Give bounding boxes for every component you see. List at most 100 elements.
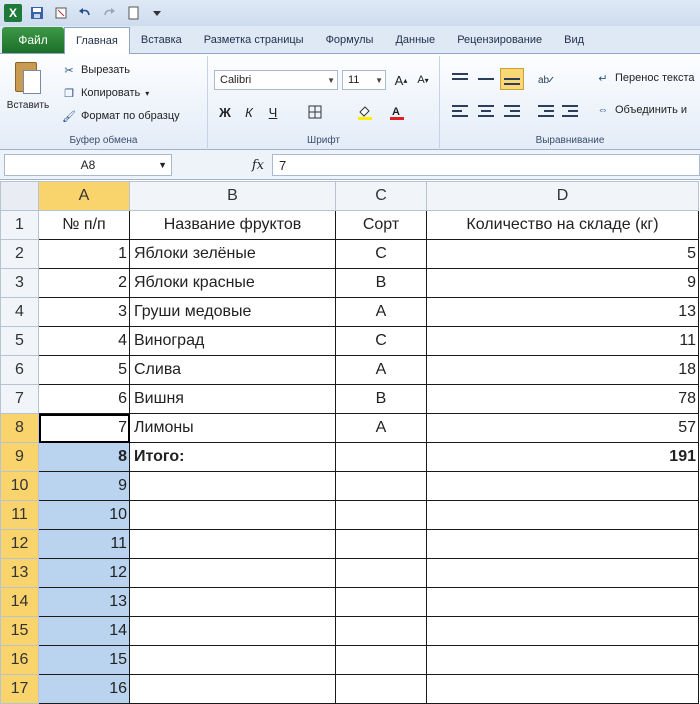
- align-right-icon[interactable]: [500, 100, 524, 122]
- row-header[interactable]: 1: [0, 210, 39, 240]
- cell-qty[interactable]: [426, 645, 699, 675]
- cell-num[interactable]: 6: [38, 384, 130, 414]
- cell-name[interactable]: Яблоки зелёные: [129, 239, 336, 269]
- tab-formulas[interactable]: Формулы: [315, 27, 385, 53]
- decrease-indent-icon[interactable]: [534, 100, 558, 122]
- italic-button[interactable]: К: [238, 102, 260, 122]
- cell-num[interactable]: 3: [38, 297, 130, 327]
- cell-total-qty[interactable]: 191: [426, 442, 699, 472]
- cell-grade[interactable]: [335, 674, 427, 704]
- cell-name[interactable]: [129, 500, 336, 530]
- grow-font-icon[interactable]: A ▴: [390, 70, 412, 90]
- cell-qty[interactable]: 11: [426, 326, 699, 356]
- cell-header-grade[interactable]: Сорт: [335, 210, 427, 240]
- row-header[interactable]: 2: [0, 239, 39, 269]
- merge-center-button[interactable]: ⇔ Объединить и: [596, 100, 688, 120]
- cell-grade[interactable]: С: [335, 326, 427, 356]
- cell-qty[interactable]: [426, 471, 699, 501]
- row-header[interactable]: 6: [0, 355, 39, 385]
- customize-toolbar-icon[interactable]: [148, 4, 166, 22]
- tab-home[interactable]: Главная: [64, 27, 130, 54]
- font-name-select[interactable]: Calibri ▼: [214, 70, 338, 90]
- align-left-icon[interactable]: [448, 100, 472, 122]
- paste-button[interactable]: Вставить: [4, 60, 52, 134]
- undo-icon[interactable]: [76, 4, 94, 22]
- cell-grade[interactable]: В: [335, 268, 427, 298]
- cell-num[interactable]: 16: [38, 674, 130, 704]
- cell-grade[interactable]: [335, 558, 427, 588]
- cell-num[interactable]: 5: [38, 355, 130, 385]
- cell-qty[interactable]: [426, 500, 699, 530]
- name-box[interactable]: A8 ▼: [4, 154, 172, 176]
- cell-qty[interactable]: 5: [426, 239, 699, 269]
- cell-name[interactable]: [129, 587, 336, 617]
- save-icon[interactable]: [28, 4, 46, 22]
- cell-name[interactable]: [129, 558, 336, 588]
- tab-view[interactable]: Вид: [553, 27, 595, 53]
- font-color-icon[interactable]: A: [386, 102, 408, 122]
- row-header[interactable]: 3: [0, 268, 39, 298]
- bold-button[interactable]: Ж: [214, 102, 236, 122]
- cell-grade[interactable]: [335, 529, 427, 559]
- cell-name[interactable]: [129, 471, 336, 501]
- tab-insert[interactable]: Вставка: [130, 27, 193, 53]
- cell-num[interactable]: 1: [38, 239, 130, 269]
- cell-qty[interactable]: 9: [426, 268, 699, 298]
- tab-file[interactable]: Файл: [2, 27, 64, 53]
- cell-qty[interactable]: [426, 616, 699, 646]
- cell-num[interactable]: 15: [38, 645, 130, 675]
- cell-name[interactable]: [129, 529, 336, 559]
- copy-button[interactable]: ❐ Копировать ▾: [62, 83, 149, 103]
- cell-name[interactable]: Груши медовые: [129, 297, 336, 327]
- column-header-d[interactable]: D: [426, 181, 699, 211]
- row-header[interactable]: 9: [0, 442, 39, 472]
- row-header[interactable]: 14: [0, 587, 39, 617]
- align-center-icon[interactable]: [474, 100, 498, 122]
- cell-num[interactable]: 8: [38, 442, 130, 472]
- cell-name[interactable]: [129, 645, 336, 675]
- fill-color-icon[interactable]: [354, 102, 376, 122]
- row-header[interactable]: 13: [0, 558, 39, 588]
- cell-total-label[interactable]: Итого:: [129, 442, 336, 472]
- cell-qty[interactable]: 13: [426, 297, 699, 327]
- row-header[interactable]: 5: [0, 326, 39, 356]
- align-top-icon[interactable]: [448, 68, 472, 90]
- shrink-font-icon[interactable]: A ▾: [412, 70, 434, 90]
- align-bottom-icon[interactable]: [500, 68, 524, 90]
- cell-grade[interactable]: [335, 442, 427, 472]
- formula-input[interactable]: 7: [272, 154, 700, 176]
- cell-grade[interactable]: А: [335, 297, 427, 327]
- cell-qty[interactable]: [426, 529, 699, 559]
- cell-num[interactable]: 7: [38, 413, 130, 443]
- insert-function-button[interactable]: fx: [178, 154, 270, 176]
- cell-grade[interactable]: [335, 645, 427, 675]
- cell-grade[interactable]: В: [335, 384, 427, 414]
- cell-num[interactable]: 10: [38, 500, 130, 530]
- tab-review[interactable]: Рецензирование: [446, 27, 553, 53]
- cell-num[interactable]: 12: [38, 558, 130, 588]
- cell-name[interactable]: Виноград: [129, 326, 336, 356]
- cell-grade[interactable]: [335, 500, 427, 530]
- underline-button[interactable]: Ч: [262, 102, 284, 122]
- cell-name[interactable]: [129, 616, 336, 646]
- row-header[interactable]: 8: [0, 413, 39, 443]
- cell-num[interactable]: 11: [38, 529, 130, 559]
- tab-data[interactable]: Данные: [384, 27, 446, 53]
- cell-name[interactable]: Лимоны: [129, 413, 336, 443]
- cell-num[interactable]: 4: [38, 326, 130, 356]
- cell-header-qty[interactable]: Количество на складе (кг): [426, 210, 699, 240]
- row-header[interactable]: 11: [0, 500, 39, 530]
- borders-icon[interactable]: [304, 102, 326, 122]
- format-painter-button[interactable]: 🖌 Формат по образцу: [62, 106, 180, 126]
- cell-grade[interactable]: [335, 587, 427, 617]
- cell-qty[interactable]: 57: [426, 413, 699, 443]
- cell-qty[interactable]: 18: [426, 355, 699, 385]
- font-size-select[interactable]: 11 ▼: [342, 70, 386, 90]
- cell-header-num[interactable]: № п/п: [38, 210, 130, 240]
- cell-grade[interactable]: А: [335, 355, 427, 385]
- cell-name[interactable]: Слива: [129, 355, 336, 385]
- cell-header-name[interactable]: Название фруктов: [129, 210, 336, 240]
- cell-qty[interactable]: 78: [426, 384, 699, 414]
- cut-button[interactable]: ✂ Вырезать: [62, 60, 130, 80]
- tab-page-layout[interactable]: Разметка страницы: [193, 27, 315, 53]
